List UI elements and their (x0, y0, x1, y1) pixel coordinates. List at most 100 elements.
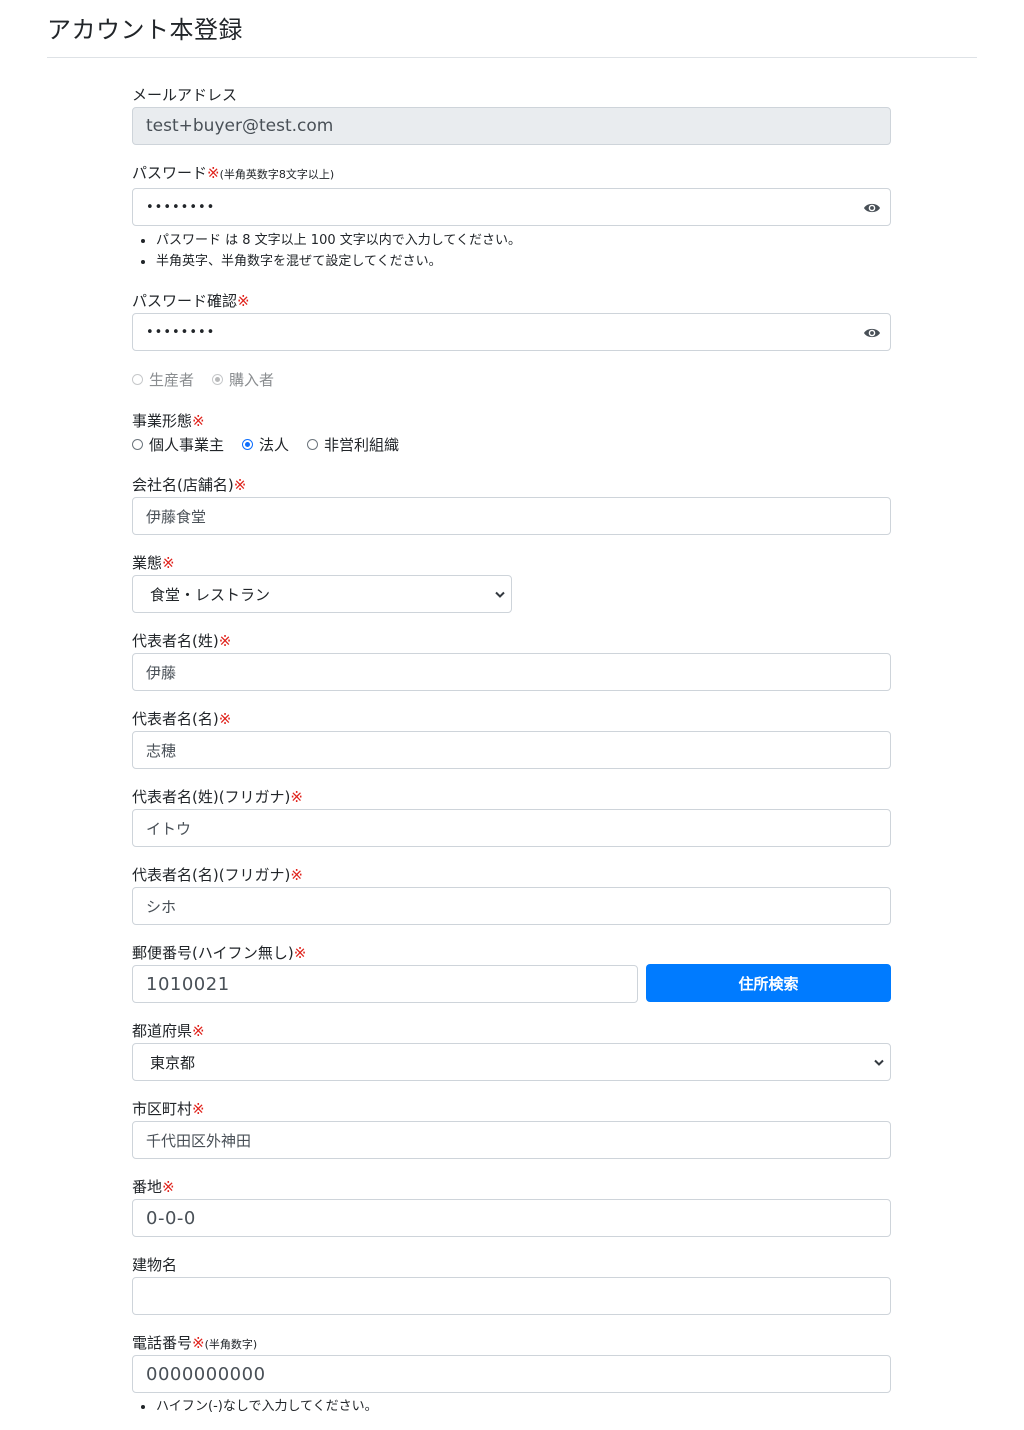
rep-last-name-value: 伊藤 (146, 663, 177, 682)
user-type-producer-radio (132, 374, 143, 385)
user-type-radio-group: 生産者 購入者 (132, 369, 292, 390)
business-form-nonprofit-radio[interactable] (307, 439, 319, 450)
email-field[interactable]: test+buyer@test.com (132, 107, 891, 145)
email-label: メールアドレス (132, 84, 237, 105)
rep-first-kana-value: シホ (146, 897, 177, 916)
business-type-select[interactable]: 食堂・レストラン (132, 575, 512, 613)
password-confirm-required-mark: ※ (237, 292, 250, 310)
company-name-field[interactable]: 伊藤食堂 (132, 497, 891, 535)
street-value: 0-0-0 (146, 1207, 196, 1229)
rep-last-kana-label-text: 代表者名(姓)(フリガナ) (132, 788, 291, 806)
street-required-mark: ※ (162, 1178, 175, 1196)
business-type-label-text: 業態 (132, 554, 163, 572)
city-field[interactable]: 千代田区外神田 (132, 1121, 891, 1159)
eye-icon[interactable] (863, 201, 881, 215)
email-label-text: メールアドレス (132, 86, 238, 104)
company-name-label: 会社名(店舗名)※ (132, 474, 246, 495)
postal-code-value: 1010021 (146, 973, 230, 995)
user-type-producer-option: 生産者 (132, 369, 194, 390)
phone-value: 0000000000 (146, 1363, 266, 1385)
password-help-item: 半角英字、半角数字を混ぜて設定してください。 (132, 251, 521, 272)
building-label-text: 建物名 (132, 1256, 178, 1274)
business-form-corporation-label[interactable]: 法人 (259, 434, 289, 455)
rep-first-name-field[interactable]: 志穂 (132, 731, 891, 769)
business-type-required-mark: ※ (162, 554, 175, 572)
postal-code-label-text: 郵便番号(ハイフン無し) (132, 944, 294, 962)
rep-first-kana-required-mark: ※ (290, 866, 303, 884)
business-form-required-mark: ※ (192, 412, 205, 430)
password-label: パスワード※(半角英数字8文字以上) (132, 162, 334, 183)
password-confirm-value: •••••••• (146, 324, 216, 340)
rep-last-name-label: 代表者名(姓)※ (132, 630, 231, 651)
postal-code-field[interactable]: 1010021 (132, 965, 638, 1003)
business-form-sole-proprietor-option[interactable]: 個人事業主 (132, 434, 224, 455)
address-search-button[interactable]: 住所検索 (646, 964, 891, 1002)
company-name-required-mark: ※ (233, 476, 247, 494)
city-required-mark: ※ (192, 1100, 205, 1118)
password-note: (半角英数字8文字以上) (219, 168, 335, 181)
phone-field[interactable]: 0000000000 (132, 1355, 891, 1393)
password-confirm-label-text: パスワード確認 (132, 292, 238, 310)
postal-code-required-mark: ※ (293, 944, 307, 962)
password-label-text: パスワード (132, 164, 208, 182)
prefecture-select[interactable]: 東京都 (132, 1043, 891, 1081)
business-form-radio-group: 個人事業主 法人 非営利組織 (132, 434, 417, 455)
building-label: 建物名 (132, 1254, 177, 1275)
business-form-nonprofit-option[interactable]: 非営利組織 (307, 434, 399, 455)
postal-code-label: 郵便番号(ハイフン無し)※ (132, 942, 306, 963)
rep-first-name-required-mark: ※ (218, 710, 232, 728)
phone-help-item: ハイフン(-)なしで入力してください。 (132, 1396, 378, 1417)
password-field[interactable]: •••••••• (132, 188, 891, 226)
rep-first-name-value: 志穂 (146, 741, 177, 760)
rep-last-kana-label: 代表者名(姓)(フリガナ)※ (132, 786, 303, 807)
rep-first-name-label: 代表者名(名)※ (132, 708, 231, 729)
street-label: 番地※ (132, 1176, 175, 1197)
business-type-label: 業態※ (132, 552, 175, 573)
business-form-label-text: 事業形態 (132, 412, 193, 430)
password-confirm-label: パスワード確認※ (132, 290, 250, 311)
prefecture-label: 都道府県※ (132, 1020, 205, 1041)
rep-first-name-label-text: 代表者名(名) (132, 710, 219, 728)
rep-last-kana-value: イトウ (146, 819, 192, 838)
phone-required-mark: ※ (192, 1334, 205, 1352)
phone-note: (半角数字) (204, 1338, 258, 1351)
password-confirm-field[interactable]: •••••••• (132, 313, 891, 351)
rep-last-kana-field[interactable]: イトウ (132, 809, 891, 847)
business-form-corporation-radio[interactable] (242, 439, 254, 450)
prefecture-value: 東京都 (150, 1053, 196, 1072)
password-required-mark: ※ (207, 164, 220, 182)
eye-icon[interactable] (863, 326, 881, 340)
business-form-nonprofit-label[interactable]: 非営利組織 (324, 434, 399, 455)
business-form-sole-proprietor-label[interactable]: 個人事業主 (149, 434, 224, 455)
company-name-value: 伊藤食堂 (146, 507, 207, 526)
rep-last-name-label-text: 代表者名(姓) (132, 632, 219, 650)
prefecture-required-mark: ※ (192, 1022, 205, 1040)
prefecture-label-text: 都道府県 (132, 1022, 193, 1040)
page-title: アカウント本登録 (47, 16, 243, 44)
company-name-label-text: 会社名(店舗名) (132, 476, 234, 494)
street-field[interactable]: 0-0-0 (132, 1199, 891, 1237)
city-value: 千代田区外神田 (146, 1131, 252, 1150)
phone-label-text: 電話番号 (132, 1334, 193, 1352)
phone-help-list: ハイフン(-)なしで入力してください。 (132, 1396, 378, 1417)
rep-last-name-field[interactable]: 伊藤 (132, 653, 891, 691)
user-type-producer-label: 生産者 (149, 371, 195, 389)
user-type-buyer-option: 購入者 (212, 369, 274, 390)
business-form-label: 事業形態※ (132, 410, 205, 431)
rep-first-kana-field[interactable]: シホ (132, 887, 891, 925)
password-value: •••••••• (146, 199, 216, 215)
title-divider (47, 57, 977, 58)
rep-last-name-required-mark: ※ (218, 632, 232, 650)
business-form-sole-proprietor-radio[interactable] (132, 439, 143, 450)
chevron-down-icon (874, 1059, 884, 1066)
business-form-corporation-option[interactable]: 法人 (242, 434, 289, 455)
chevron-down-icon (495, 591, 505, 598)
email-value: test+buyer@test.com (146, 116, 334, 136)
street-label-text: 番地 (132, 1178, 163, 1196)
password-help-list: パスワード は 8 文字以上 100 文字以内で入力してください。 半角英字、半… (132, 230, 521, 272)
building-field[interactable] (132, 1277, 891, 1315)
rep-first-kana-label-text: 代表者名(名)(フリガナ) (132, 866, 291, 884)
city-label-text: 市区町村 (132, 1100, 193, 1118)
password-help-item: パスワード は 8 文字以上 100 文字以内で入力してください。 (132, 230, 521, 251)
business-type-value: 食堂・レストラン (150, 585, 271, 604)
